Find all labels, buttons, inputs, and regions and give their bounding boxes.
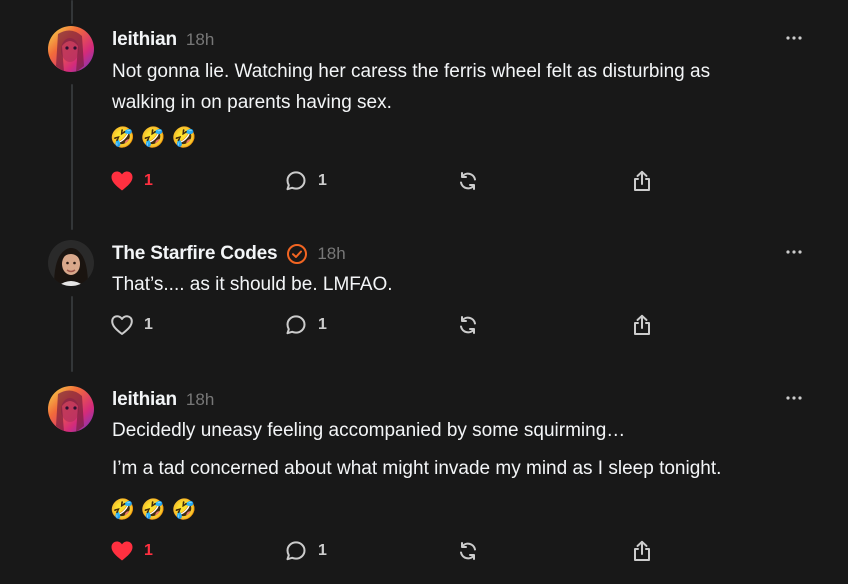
emoji-row: 🤣🤣🤣: [110, 499, 203, 521]
repost-button[interactable]: [456, 168, 480, 194]
comment-icon: [284, 313, 308, 337]
post-text-line: That’s.... as it should be. LMFAO.: [112, 274, 393, 295]
reply-count: 1: [318, 542, 327, 559]
timestamp[interactable]: 18h: [186, 390, 214, 410]
like-button[interactable]: 1: [110, 312, 153, 338]
reply-count: 1: [318, 172, 327, 189]
repost-icon: [456, 313, 480, 337]
repost-button[interactable]: [456, 538, 480, 564]
like-count: 1: [144, 316, 153, 333]
post-text: That’s.... as it should be. LMFAO.: [112, 269, 393, 300]
more-icon[interactable]: [784, 30, 804, 40]
post-header: The Starfire Codes 18h: [112, 242, 346, 266]
heart-icon: [110, 170, 134, 192]
action-bar: 1 1: [110, 538, 660, 564]
timestamp[interactable]: 18h: [186, 30, 214, 50]
repost-icon: [456, 169, 480, 193]
avatar[interactable]: [48, 386, 94, 432]
share-button[interactable]: [630, 538, 654, 564]
username[interactable]: leithian: [112, 389, 177, 411]
post: leithian 18h Not gonna lie. Watching her…: [0, 26, 848, 216]
repost-button[interactable]: [456, 312, 480, 338]
post-text-line: Decidedly uneasy feeling accompanied by …: [112, 420, 626, 441]
username[interactable]: The Starfire Codes: [112, 243, 278, 265]
post-header: leithian 18h: [112, 388, 214, 412]
verified-badge-icon: [286, 243, 308, 265]
share-icon: [630, 539, 654, 563]
reply-button[interactable]: 1: [284, 538, 327, 564]
avatar[interactable]: [48, 26, 94, 72]
post: The Starfire Codes 18h That’s.... as it …: [0, 240, 848, 360]
post-text-line: Not gonna lie. Watching her caress the f…: [112, 61, 711, 82]
like-count: 1: [144, 172, 153, 189]
thread-line: [71, 0, 73, 24]
post-text-line: I’m a tad concerned about what might inv…: [112, 458, 722, 479]
repost-icon: [456, 539, 480, 563]
username[interactable]: leithian: [112, 29, 177, 51]
post-header: leithian 18h: [112, 28, 214, 52]
post-text: Not gonna lie. Watching her caress the f…: [112, 56, 710, 118]
heart-icon: [110, 540, 134, 562]
action-bar: 1 1: [110, 168, 660, 194]
action-bar: 1 1: [110, 312, 660, 338]
comment-icon: [284, 539, 308, 563]
reply-button[interactable]: 1: [284, 312, 327, 338]
heart-icon: [110, 314, 134, 336]
timestamp[interactable]: 18h: [317, 244, 345, 264]
reply-button[interactable]: 1: [284, 168, 327, 194]
emoji-row: 🤣🤣🤣: [110, 127, 203, 149]
share-button[interactable]: [630, 312, 654, 338]
avatar[interactable]: [48, 240, 94, 286]
post-text-line: walking in on parents having sex.: [112, 92, 392, 113]
post-text: Decidedly uneasy feeling accompanied by …: [112, 415, 721, 484]
share-button[interactable]: [630, 168, 654, 194]
like-button[interactable]: 1: [110, 168, 153, 194]
more-icon[interactable]: [784, 390, 804, 400]
reply-count: 1: [318, 316, 327, 333]
post: leithian 18h Decidedly uneasy feeling ac…: [0, 386, 848, 576]
comment-icon: [284, 169, 308, 193]
like-count: 1: [144, 542, 153, 559]
share-icon: [630, 313, 654, 337]
share-icon: [630, 169, 654, 193]
like-button[interactable]: 1: [110, 538, 153, 564]
more-icon[interactable]: [784, 244, 804, 254]
